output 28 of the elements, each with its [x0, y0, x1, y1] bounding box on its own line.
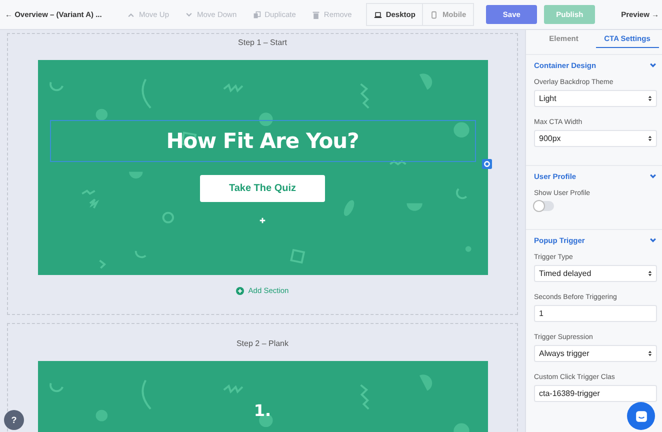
select-field[interactable]: Light: [534, 90, 657, 107]
step-title: Step 2 – Plank: [236, 338, 289, 350]
help-button[interactable]: ?: [4, 410, 24, 430]
chat-button[interactable]: [627, 402, 655, 430]
step-number: 1.: [254, 401, 272, 420]
chevron-down-icon: [185, 10, 194, 18]
chat-icon: [634, 410, 648, 422]
plus-icon[interactable]: [258, 217, 266, 224]
settings-icon[interactable]: [482, 159, 492, 169]
plus-circle-icon: [236, 286, 244, 294]
up-down-arrows-icon: [648, 350, 652, 357]
phone-icon: [430, 10, 438, 18]
trash-icon: [312, 10, 320, 18]
copy-icon: [252, 10, 261, 18]
step-title: Step 1 – Start: [238, 37, 287, 49]
chevron-up-icon: [127, 10, 135, 18]
hero-headline: How Fit Are You?: [166, 129, 359, 153]
up-down-arrows-icon: [648, 135, 652, 142]
quiz-button[interactable]: Take The Quiz: [200, 175, 325, 202]
input-field[interactable]: 1: [534, 305, 657, 322]
select-field[interactable]: 900px: [534, 130, 657, 147]
select-field[interactable]: Always trigger: [534, 345, 657, 362]
input-field[interactable]: cta-16389-trigger: [534, 385, 657, 402]
up-down-arrows-icon: [648, 270, 652, 277]
select-field[interactable]: Timed delayed: [534, 265, 657, 282]
toggle-switch[interactable]: [534, 201, 554, 211]
laptop-icon: [374, 10, 382, 18]
up-down-arrows-icon: [648, 95, 652, 102]
